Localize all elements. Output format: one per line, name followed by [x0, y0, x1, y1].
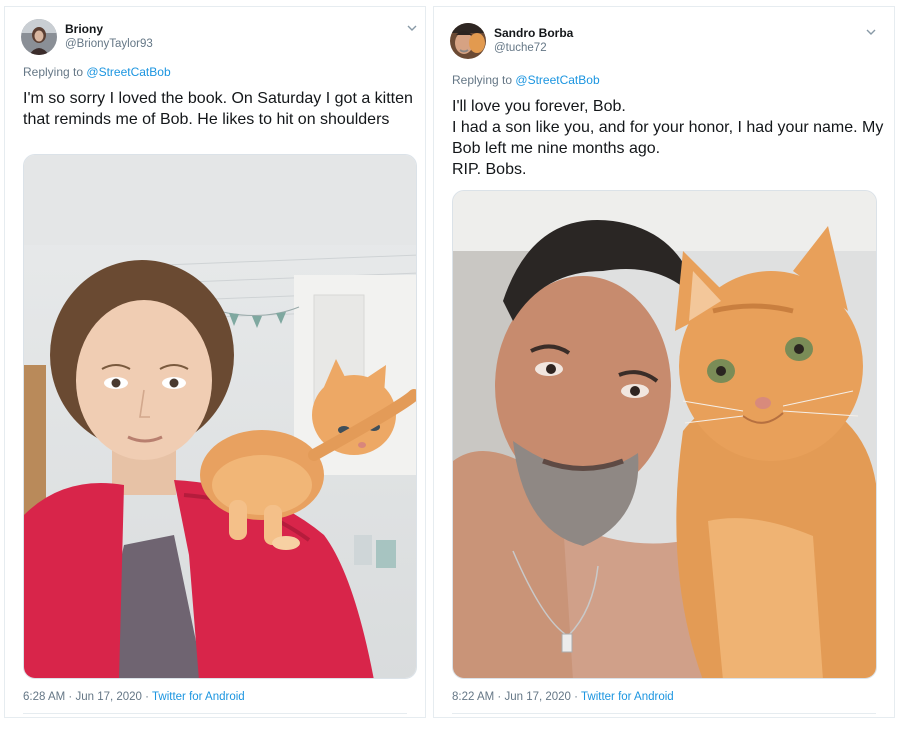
- tweet-time[interactable]: 8:22 AM: [452, 691, 494, 703]
- replying-to-link[interactable]: @StreetCatBob: [515, 73, 599, 87]
- meta-separator: ·: [574, 691, 579, 703]
- divider: [452, 713, 876, 714]
- replying-prefix: Replying to: [452, 73, 513, 87]
- replying-to: Replying to @StreetCatBob: [452, 73, 600, 87]
- tweet-date[interactable]: Jun 17, 2020: [75, 691, 142, 703]
- tweet-header: Briony @BrionyTaylor93: [21, 19, 153, 55]
- photo-woman-with-kitten: [24, 155, 416, 678]
- replying-to: Replying to @StreetCatBob: [23, 65, 171, 79]
- tweet-date[interactable]: Jun 17, 2020: [504, 691, 571, 703]
- tweet-text: I'll love you forever, Bob. I had a son …: [452, 98, 884, 178]
- user-handle[interactable]: @BrionyTaylor93: [65, 37, 153, 52]
- avatar-image: [450, 23, 486, 59]
- tweet-meta: 6:28 AM · Jun 17, 2020 · Twitter for And…: [23, 691, 245, 703]
- replying-to-link[interactable]: @StreetCatBob: [86, 65, 170, 79]
- tweet-photo[interactable]: [23, 154, 417, 679]
- avatar[interactable]: [450, 23, 486, 59]
- tweet-meta: 8:22 AM · Jun 17, 2020 · Twitter for And…: [452, 691, 674, 703]
- tweet-text: I'm so sorry I loved the book. On Saturd…: [23, 90, 413, 128]
- meta-separator: ·: [497, 691, 502, 703]
- meta-separator: ·: [68, 691, 73, 703]
- photo-man-with-cat: [453, 191, 876, 678]
- chevron-down-icon[interactable]: [864, 25, 878, 39]
- avatar-image: [21, 19, 57, 55]
- tweet-time[interactable]: 6:28 AM: [23, 691, 65, 703]
- replying-prefix: Replying to: [23, 65, 84, 79]
- chevron-down-icon[interactable]: [405, 21, 419, 35]
- divider: [23, 713, 407, 714]
- tweet-photo[interactable]: [452, 190, 877, 679]
- tweet-source-link[interactable]: Twitter for Android: [152, 691, 245, 703]
- meta-separator: ·: [145, 691, 150, 703]
- user-handle[interactable]: @tuche72: [494, 41, 573, 56]
- tweet-source-link[interactable]: Twitter for Android: [581, 691, 674, 703]
- tweet-card-sandro: Sandro Borba @tuche72 Replying to @Stree…: [433, 6, 895, 718]
- display-name[interactable]: Sandro Borba: [494, 26, 573, 41]
- tweet-header: Sandro Borba @tuche72: [450, 23, 573, 59]
- display-name[interactable]: Briony: [65, 22, 153, 37]
- avatar[interactable]: [21, 19, 57, 55]
- tweet-card-briony: Briony @BrionyTaylor93 Replying to @Stre…: [4, 6, 426, 718]
